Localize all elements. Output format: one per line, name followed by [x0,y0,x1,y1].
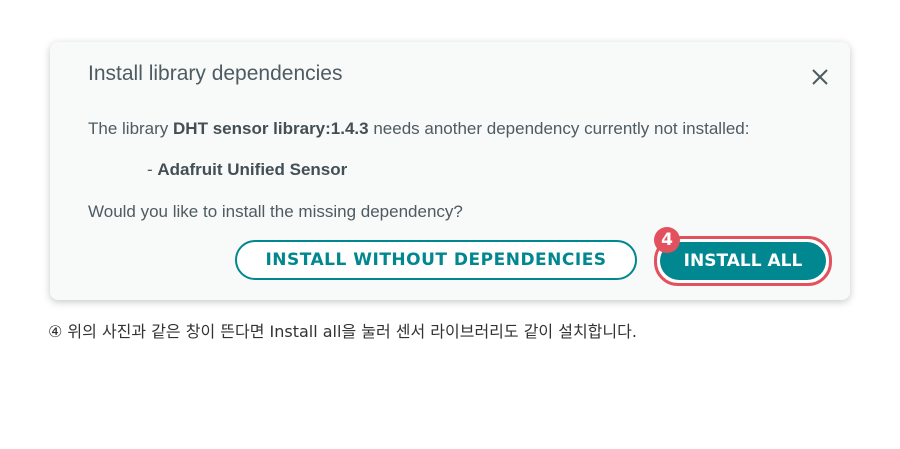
step-number-badge: 4 [654,227,680,253]
dependency-prefix: - [147,160,158,179]
library-name: DHT sensor library:1.4.3 [173,119,369,138]
install-without-dependencies-button[interactable]: INSTALL WITHOUT DEPENDENCIES [235,240,637,280]
dialog-title: Install library dependencies [88,62,343,85]
message-suffix: needs another dependency currently not i… [368,119,750,138]
install-all-button[interactable]: INSTALL ALL [660,242,826,280]
dialog-message: The library DHT sensor library:1.4.3 nee… [88,119,749,139]
install-all-highlight: INSTALL ALL [654,236,832,286]
dependency-name: Adafruit Unified Sensor [157,160,348,179]
dependency-item: - Adafruit Unified Sensor [147,160,347,180]
close-icon[interactable] [808,65,832,89]
message-prefix: The library [88,119,174,138]
dialog-question: Would you like to install the missing de… [88,202,463,221]
caption-text: ④ 위의 사진과 같은 창이 뜬다면 Install all을 눌러 센서 라이… [48,322,637,341]
install-dependencies-dialog: Install library dependencies The library… [50,42,850,300]
